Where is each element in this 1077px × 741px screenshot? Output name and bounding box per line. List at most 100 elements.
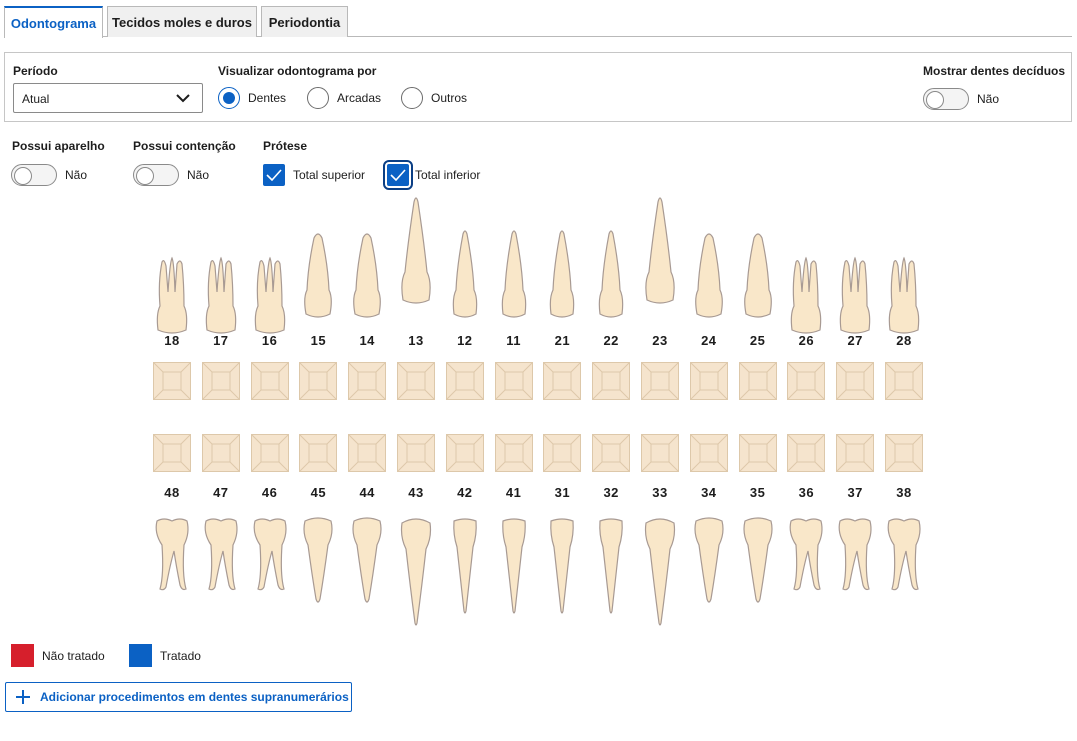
tooth-surfaces-32[interactable] (592, 434, 631, 472)
appliance-toggle-switch[interactable] (11, 164, 57, 186)
radio-arcadas[interactable]: Arcadas (307, 87, 381, 109)
tooth-surfaces-41[interactable] (494, 434, 533, 472)
checkmark-icon (266, 169, 282, 181)
tooth-24[interactable] (689, 206, 729, 326)
tooth-surfaces-44[interactable] (348, 434, 387, 472)
tab-periodontia[interactable]: Periodontia (261, 6, 348, 37)
tooth-surfaces-33[interactable] (641, 434, 679, 472)
deciduous-toggle-switch[interactable] (923, 88, 969, 110)
tooth-number-38: 38 (896, 485, 912, 500)
tooth-11[interactable] (494, 206, 534, 326)
tooth-45[interactable] (298, 515, 338, 635)
tooth-surfaces-36[interactable] (787, 434, 826, 472)
tooth-surfaces-47[interactable] (201, 434, 240, 472)
tooth-surfaces-14[interactable] (348, 362, 387, 400)
tooth-surfaces-25[interactable] (738, 362, 777, 400)
tooth-47[interactable] (201, 515, 241, 635)
radio-dentes[interactable]: Dentes (218, 87, 286, 109)
tooth-surfaces-37[interactable] (836, 434, 875, 472)
tooth-14[interactable] (347, 206, 387, 326)
tooth-surfaces-35[interactable] (738, 434, 777, 472)
tooth-surfaces-27[interactable] (836, 362, 875, 400)
tooth-41-shape (501, 518, 526, 614)
radio-outros-control[interactable] (401, 87, 423, 109)
tooth-surfaces-48[interactable] (153, 434, 191, 472)
checkbox-total-superior[interactable]: Total superior (263, 164, 365, 186)
tooth-surfaces-31[interactable] (543, 434, 582, 472)
tooth-surfaces-21[interactable] (543, 362, 582, 400)
tooth-surfaces-11[interactable] (494, 362, 533, 400)
tooth-43[interactable] (396, 515, 436, 635)
tooth-16[interactable] (250, 222, 290, 342)
tooth-surfaces-15[interactable] (299, 362, 338, 400)
tooth-surfaces-38[interactable] (885, 434, 923, 472)
tooth-13[interactable] (396, 192, 436, 312)
tooth-number-47: 47 (213, 485, 229, 500)
odontogram: 18 17 16 15 14 13 12 11 21 22 23 24 25 26 27 28 48 47 46 45… (0, 195, 1077, 635)
tooth-number-33: 33 (652, 485, 668, 500)
tooth-17[interactable] (201, 222, 241, 342)
radio-outros[interactable]: Outros (401, 87, 467, 109)
tooth-46[interactable] (250, 515, 290, 635)
tooth-surfaces-34[interactable] (689, 434, 728, 472)
tooth-31[interactable] (542, 515, 582, 635)
tooth-surfaces-43[interactable] (397, 434, 435, 472)
appliance-toggle[interactable]: Não (11, 164, 87, 186)
tooth-surfaces-42[interactable] (445, 434, 484, 472)
tooth-44[interactable] (347, 515, 387, 635)
checkbox-total-inferior[interactable]: Total inferior (383, 160, 480, 190)
tooth-41[interactable] (494, 515, 534, 635)
tooth-number-26: 26 (798, 333, 815, 348)
tooth-22[interactable] (591, 206, 631, 326)
tab-tecidos-moles-e-duros[interactable]: Tecidos moles e duros (107, 6, 257, 37)
tooth-surfaces-46[interactable] (250, 434, 289, 472)
checkbox-total-inferior-box[interactable] (383, 160, 413, 190)
tooth-25[interactable] (738, 206, 778, 326)
tooth-surfaces-17[interactable] (201, 362, 240, 400)
tooth-26[interactable] (786, 222, 826, 342)
tooth-surfaces-22[interactable] (592, 362, 631, 400)
radio-arcadas-label: Arcadas (337, 91, 382, 105)
tooth-surfaces-26[interactable] (787, 362, 826, 400)
tooth-surfaces-18[interactable] (153, 362, 191, 400)
tooth-21[interactable] (542, 206, 582, 326)
tooth-12[interactable] (445, 206, 485, 326)
tooth-surfaces-24[interactable] (689, 362, 728, 400)
tooth-48[interactable] (152, 515, 192, 635)
tooth-number-37: 37 (847, 485, 863, 500)
radio-dentes-control[interactable] (218, 87, 240, 109)
retainer-toggle-switch[interactable] (133, 164, 179, 186)
period-select[interactable]: Atual (13, 83, 203, 113)
tooth-38[interactable] (884, 515, 924, 635)
tooth-43-shape (400, 518, 432, 626)
tooth-27[interactable] (835, 222, 875, 342)
tooth-37[interactable] (835, 515, 875, 635)
tooth-23[interactable] (640, 192, 680, 312)
radio-arcadas-control[interactable] (307, 87, 329, 109)
tooth-surfaces-16[interactable] (250, 362, 289, 400)
tooth-34[interactable] (689, 515, 729, 635)
tooth-18[interactable] (152, 222, 192, 342)
tooth-32[interactable] (591, 515, 631, 635)
tooth-35[interactable] (738, 515, 778, 635)
tooth-surfaces-23[interactable] (641, 362, 679, 400)
appliance-label: Possui aparelho (12, 139, 105, 153)
tooth-surfaces-45[interactable] (299, 434, 338, 472)
checkbox-total-superior-box[interactable] (263, 164, 285, 186)
tooth-surfaces-28[interactable] (885, 362, 923, 400)
tooth-surfaces-12[interactable] (445, 362, 484, 400)
tooth-27-shape (839, 256, 871, 334)
retainer-toggle[interactable]: Não (133, 164, 209, 186)
tooth-42[interactable] (445, 515, 485, 635)
tooth-28[interactable] (884, 222, 924, 342)
tooth-number-21: 21 (554, 333, 571, 348)
tooth-surfaces-13[interactable] (397, 362, 435, 400)
tooth-15[interactable] (298, 206, 338, 326)
tooth-16-shape (254, 256, 285, 334)
add-supernumerary-button[interactable]: Adicionar procedimentos em dentes supran… (5, 682, 352, 712)
tooth-36[interactable] (786, 515, 826, 635)
tab-odontograma[interactable]: Odontograma (4, 6, 103, 38)
tooth-33[interactable] (640, 515, 680, 635)
deciduous-toggle[interactable]: Não (923, 88, 999, 110)
tooth-number-25: 25 (749, 333, 766, 348)
